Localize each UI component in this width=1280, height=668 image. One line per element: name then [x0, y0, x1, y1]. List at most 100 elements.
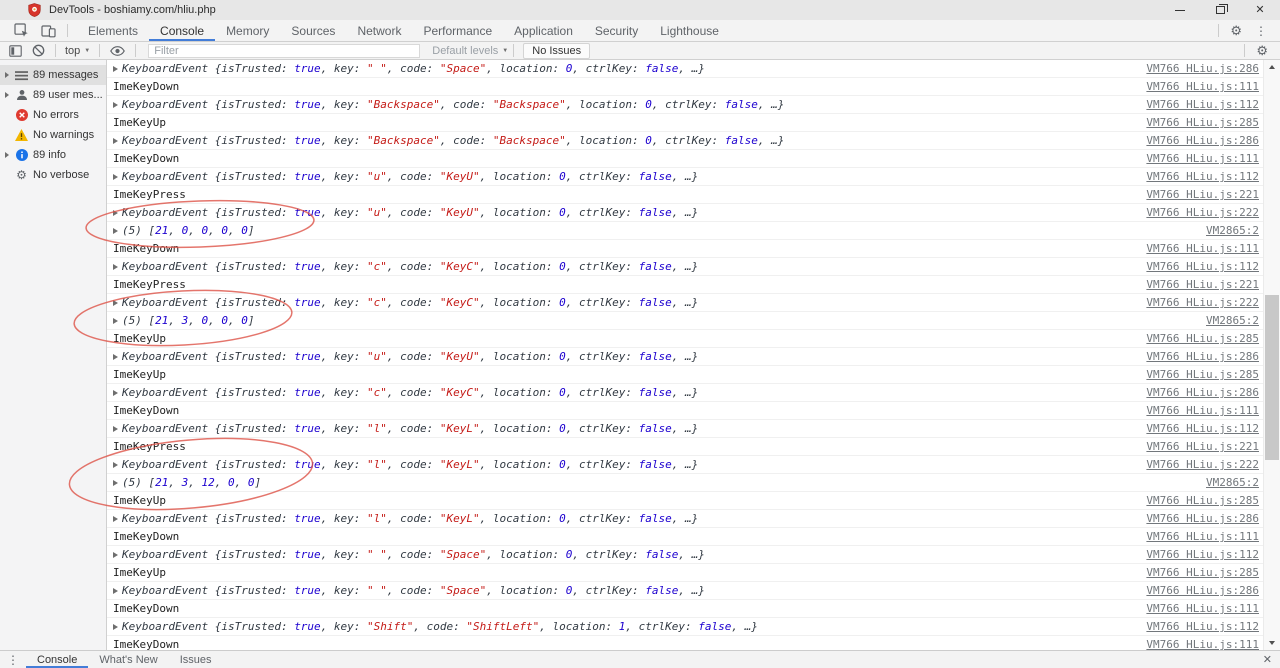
scrollbar-thumb[interactable] — [1265, 295, 1279, 460]
tab-memory[interactable]: Memory — [215, 20, 280, 41]
minimize-button[interactable] — [1160, 0, 1200, 20]
source-link[interactable]: VM766 HLiu.js:221 — [1146, 440, 1259, 453]
source-link[interactable]: VM766 HLiu.js:285 — [1146, 332, 1259, 345]
expand-triangle-icon[interactable] — [113, 462, 118, 468]
maximize-button[interactable] — [1200, 0, 1240, 20]
source-link[interactable]: VM766 HLiu.js:221 — [1146, 278, 1259, 291]
source-link[interactable]: VM766 HLiu.js:112 — [1146, 260, 1259, 273]
source-link[interactable]: VM766 HLiu.js:222 — [1146, 296, 1259, 309]
source-link[interactable]: VM766 HLiu.js:112 — [1146, 170, 1259, 183]
drawer-tab-issues[interactable]: Issues — [169, 651, 223, 668]
expand-triangle-icon[interactable] — [113, 390, 118, 396]
log-text: ImeKeyUp — [113, 368, 166, 381]
settings-gear-icon[interactable]: ⚙ — [1224, 23, 1248, 39]
source-link[interactable]: VM766 HLiu.js:222 — [1146, 206, 1259, 219]
source-link[interactable]: VM766 HLiu.js:286 — [1146, 350, 1259, 363]
expand-triangle-icon[interactable] — [113, 552, 118, 558]
console-row: ImeKeyDownVM766 HLiu.js:111 — [107, 636, 1263, 650]
source-link[interactable]: VM766 HLiu.js:221 — [1146, 188, 1259, 201]
source-link[interactable]: VM766 HLiu.js:285 — [1146, 494, 1259, 507]
drawer-tab-what-s-new[interactable]: What's New — [88, 651, 168, 668]
source-link[interactable]: VM766 HLiu.js:112 — [1146, 98, 1259, 111]
console-row: KeyboardEvent {isTrusted: true, key: "Ba… — [107, 96, 1263, 114]
expand-triangle-icon[interactable] — [113, 318, 118, 324]
sidebar-item-89-user-mes[interactable]: 89 user mes... — [0, 85, 106, 105]
issues-counter-button[interactable]: No Issues — [523, 43, 590, 59]
source-link[interactable]: VM766 HLiu.js:286 — [1146, 584, 1259, 597]
scroll-down-arrow-icon[interactable] — [1264, 636, 1280, 650]
source-link[interactable]: VM766 HLiu.js:285 — [1146, 368, 1259, 381]
expand-triangle-icon[interactable] — [113, 426, 118, 432]
source-link[interactable]: VM766 HLiu.js:286 — [1146, 386, 1259, 399]
more-options-kebab-icon[interactable]: ⋮ — [1248, 24, 1274, 38]
clear-console-icon[interactable] — [27, 44, 50, 57]
source-link[interactable]: VM766 HLiu.js:111 — [1146, 80, 1259, 93]
expand-triangle-icon[interactable] — [113, 228, 118, 234]
sidebar-item-no-errors[interactable]: No errors — [0, 105, 106, 125]
live-expression-eye-icon[interactable] — [105, 46, 130, 56]
filter-input[interactable] — [148, 44, 420, 58]
source-link[interactable]: VM766 HLiu.js:222 — [1146, 458, 1259, 471]
source-link[interactable]: VM2865:2 — [1206, 224, 1259, 237]
expand-triangle-icon[interactable] — [113, 588, 118, 594]
tab-sources[interactable]: Sources — [280, 20, 346, 41]
expand-triangle-icon[interactable] — [113, 480, 118, 486]
source-link[interactable]: VM766 HLiu.js:111 — [1146, 404, 1259, 417]
device-toolbar-icon[interactable] — [35, 24, 62, 38]
sidebar-item-89-info[interactable]: 89 info — [0, 145, 106, 165]
drawer-kebab-icon[interactable]: ⋮ — [0, 653, 26, 667]
vertical-scrollbar[interactable] — [1263, 60, 1280, 650]
tab-lighthouse[interactable]: Lighthouse — [649, 20, 730, 41]
sidebar-item-no-verbose[interactable]: ⚙No verbose — [0, 165, 106, 185]
expand-triangle-icon[interactable] — [113, 264, 118, 270]
tab-security[interactable]: Security — [584, 20, 649, 41]
log-message: KeyboardEvent {isTrusted: true, key: " "… — [113, 62, 1138, 75]
source-link[interactable]: VM766 HLiu.js:286 — [1146, 62, 1259, 75]
drawer-tab-console[interactable]: Console — [26, 651, 88, 668]
javascript-context-dropdown[interactable]: top ▼ — [61, 45, 94, 57]
expand-triangle-icon[interactable] — [113, 516, 118, 522]
source-link[interactable]: VM766 HLiu.js:111 — [1146, 242, 1259, 255]
tab-console[interactable]: Console — [149, 20, 215, 41]
expand-triangle-icon[interactable] — [113, 174, 118, 180]
source-link[interactable]: VM766 HLiu.js:286 — [1146, 134, 1259, 147]
inspect-element-icon[interactable] — [8, 23, 35, 38]
event-preview: KeyboardEvent {isTrusted: true, key: "Ba… — [122, 134, 784, 147]
console-sidebar-toggle-icon[interactable] — [4, 45, 27, 57]
source-link[interactable]: VM766 HLiu.js:111 — [1146, 602, 1259, 615]
expand-triangle-icon[interactable] — [5, 92, 14, 98]
source-link[interactable]: VM766 HLiu.js:111 — [1146, 530, 1259, 543]
log-message: ImeKeyDown — [113, 530, 1138, 543]
expand-triangle-icon[interactable] — [113, 66, 118, 72]
scroll-up-arrow-icon[interactable] — [1264, 60, 1280, 74]
source-link[interactable]: VM766 HLiu.js:285 — [1146, 566, 1259, 579]
source-link[interactable]: VM766 HLiu.js:111 — [1146, 152, 1259, 165]
expand-triangle-icon[interactable] — [113, 210, 118, 216]
expand-triangle-icon[interactable] — [113, 300, 118, 306]
source-link[interactable]: VM766 HLiu.js:112 — [1146, 548, 1259, 561]
console-settings-gear-icon[interactable]: ⚙ — [1250, 43, 1274, 59]
expand-triangle-icon[interactable] — [113, 354, 118, 360]
tab-application[interactable]: Application — [503, 20, 584, 41]
source-link[interactable]: VM2865:2 — [1206, 314, 1259, 327]
source-link[interactable]: VM766 HLiu.js:112 — [1146, 422, 1259, 435]
expand-triangle-icon[interactable] — [5, 152, 14, 158]
source-link[interactable]: VM766 HLiu.js:285 — [1146, 116, 1259, 129]
source-link[interactable]: VM766 HLiu.js:112 — [1146, 620, 1259, 633]
sidebar-item-no-warnings[interactable]: No warnings — [0, 125, 106, 145]
tab-performance[interactable]: Performance — [412, 20, 503, 41]
expand-triangle-icon[interactable] — [113, 138, 118, 144]
log-message: KeyboardEvent {isTrusted: true, key: "u"… — [113, 170, 1138, 183]
expand-triangle-icon[interactable] — [113, 624, 118, 630]
drawer-close-icon[interactable]: ✕ — [1255, 653, 1280, 666]
sidebar-item-89-messages[interactable]: 89 messages — [0, 65, 106, 85]
tab-network[interactable]: Network — [346, 20, 412, 41]
source-link[interactable]: VM2865:2 — [1206, 476, 1259, 489]
source-link[interactable]: VM766 HLiu.js:286 — [1146, 512, 1259, 525]
source-link[interactable]: VM766 HLiu.js:111 — [1146, 638, 1259, 650]
close-button[interactable]: ✕ — [1240, 0, 1280, 20]
tab-elements[interactable]: Elements — [77, 20, 149, 41]
expand-triangle-icon[interactable] — [5, 72, 14, 78]
expand-triangle-icon[interactable] — [113, 102, 118, 108]
log-levels-dropdown[interactable]: Default levels ▼ — [432, 45, 508, 57]
